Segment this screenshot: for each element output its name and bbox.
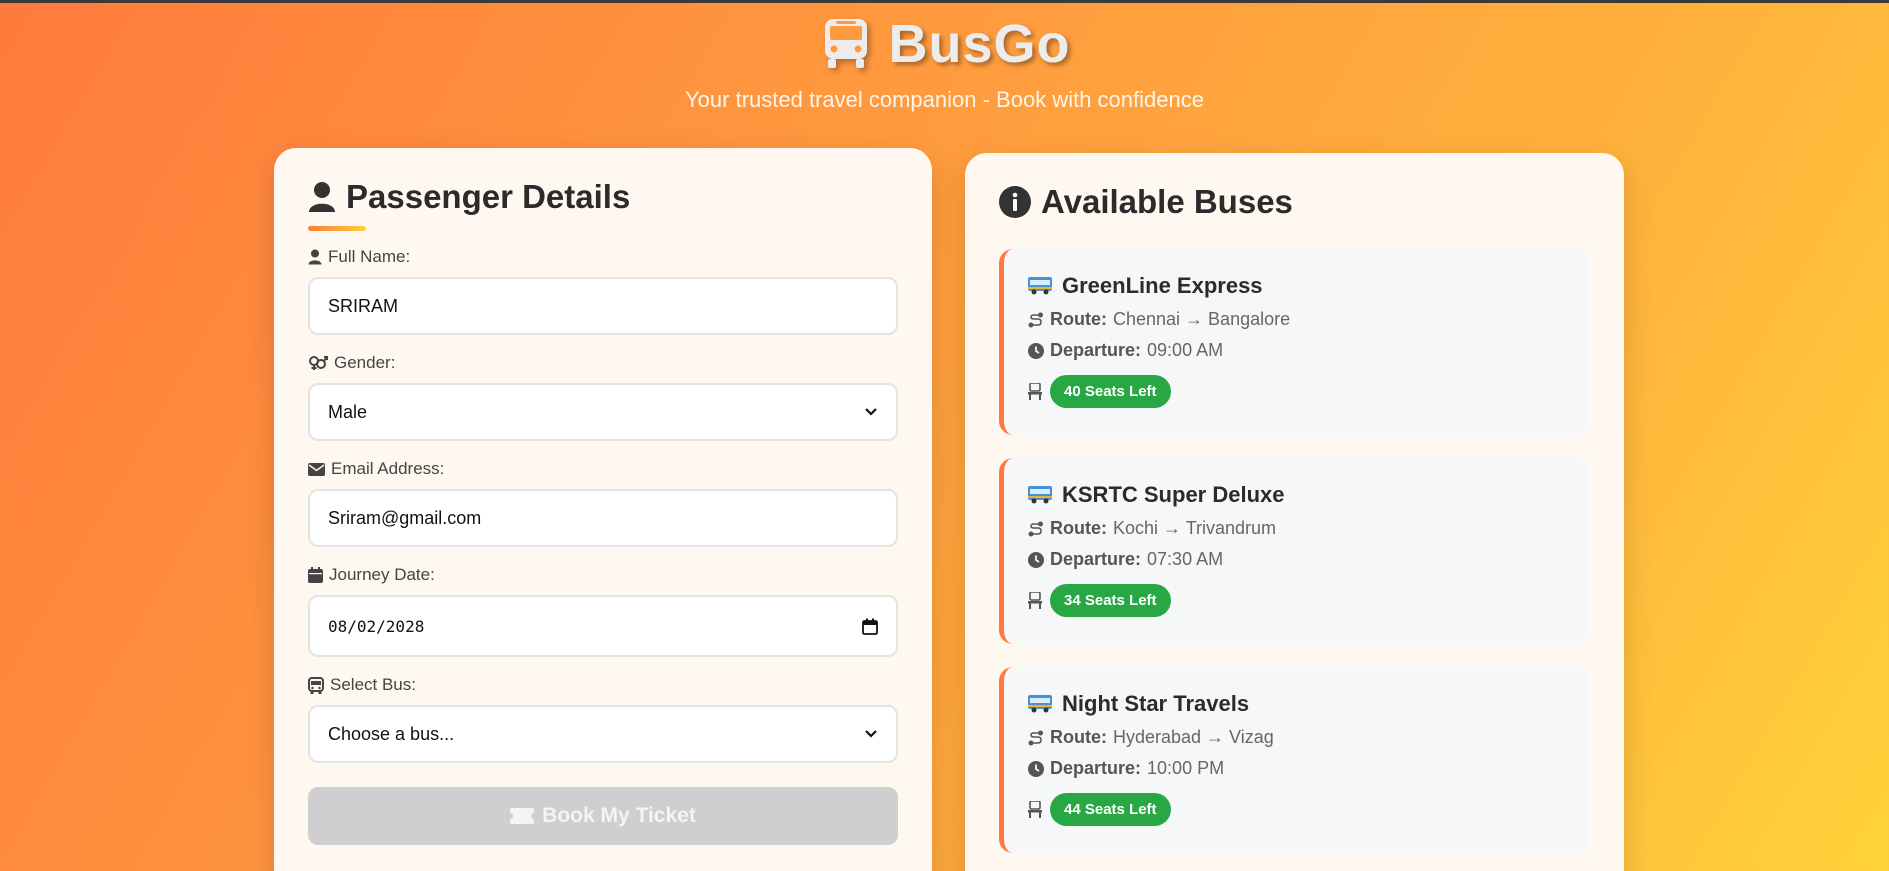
bus-icon [308, 676, 324, 694]
bus-card[interactable]: Night Star Travels Route: Hyderabad → Vi… [999, 667, 1589, 853]
select-bus-label: Select Bus: [308, 675, 898, 695]
brand-logo: BusGo [818, 13, 1070, 75]
chevron-down-icon [864, 729, 878, 739]
clock-icon [1028, 342, 1044, 359]
gender-label: Gender: [308, 353, 898, 373]
calendar-icon [308, 567, 323, 583]
route-row: Route: Kochi → Trivandrum [1028, 518, 1565, 539]
chair-icon [1028, 801, 1042, 818]
route-value: Kochi → Trivandrum [1113, 518, 1277, 538]
departure-label: Departure: [1050, 549, 1142, 569]
journey-date-value: 08/02/2028 [328, 616, 425, 636]
departure-label: Departure: [1050, 340, 1142, 360]
email-label: Email Address: [308, 459, 898, 479]
route-value: Hyderabad → Vizag [1113, 727, 1274, 747]
email-input[interactable]: Sriram@gmail.com [308, 489, 898, 547]
chair-icon [1028, 592, 1042, 609]
select-bus-placeholder: Choose a bus... [328, 723, 455, 744]
user-icon [308, 181, 336, 213]
bus-list: GreenLine Express Route: Chennai → Banga… [999, 249, 1590, 853]
passenger-details-title: Passenger Details [346, 178, 631, 215]
tagline: Your trusted travel companion - Book wit… [685, 87, 1204, 112]
email-value: Sriram@gmail.com [328, 507, 482, 528]
chair-icon [1028, 383, 1042, 400]
departure-value: 09:00 AM [1147, 340, 1224, 360]
available-buses-heading: Available Buses [999, 183, 1590, 221]
gender-label-text: Gender: [334, 353, 396, 372]
departure-row: Departure: 07:30 AM [1028, 549, 1565, 570]
departure-row: Departure: 09:00 AM [1028, 340, 1565, 361]
seats-row: 44 Seats Left [1028, 793, 1565, 826]
info-icon [999, 186, 1031, 218]
departure-label: Departure: [1050, 758, 1142, 778]
gender-selected-value: Male [328, 401, 368, 422]
route-icon [1028, 312, 1044, 328]
ticket-icon [510, 808, 535, 824]
book-ticket-button[interactable]: Book My Ticket [308, 787, 898, 845]
seats-left-badge: 40 Seats Left [1050, 375, 1171, 408]
email-label-text: Email Address: [331, 459, 445, 478]
gender-select[interactable]: Male [308, 383, 898, 441]
clock-icon [1028, 551, 1044, 568]
journey-date-label-text: Journey Date: [329, 565, 435, 584]
seats-row: 34 Seats Left [1028, 584, 1565, 617]
full-name-value: SRIRAM [328, 295, 399, 316]
user-icon [308, 249, 322, 265]
book-ticket-label: Book My Ticket [542, 804, 696, 827]
route-value: Chennai → Bangalore [1113, 309, 1291, 329]
journey-date-label: Journey Date: [308, 565, 898, 585]
brand-name: BusGo [888, 14, 1071, 74]
seats-left-badge: 44 Seats Left [1050, 793, 1171, 826]
bus-emoji-icon [1028, 695, 1052, 713]
route-label: Route: [1050, 309, 1107, 329]
available-buses-title: Available Buses [1041, 183, 1293, 220]
envelope-icon [308, 462, 325, 476]
full-name-label-text: Full Name: [328, 247, 411, 266]
page-header: BusGo Your trusted travel companion - Bo… [0, 13, 1889, 113]
full-name-input[interactable]: SRIRAM [308, 277, 898, 335]
bus-name-text: KSRTC Super Deluxe [1062, 482, 1285, 507]
bus-icon [818, 16, 874, 72]
bus-emoji-icon [1028, 486, 1052, 504]
departure-value: 10:00 PM [1147, 758, 1225, 778]
clock-icon [1028, 760, 1044, 777]
heading-underline [308, 226, 366, 231]
seats-row: 40 Seats Left [1028, 375, 1565, 408]
route-label: Route: [1050, 518, 1107, 538]
bus-name-text: GreenLine Express [1062, 273, 1263, 298]
available-buses-card: Available Buses GreenLine Express Route:… [965, 153, 1624, 871]
journey-date-input[interactable]: 08/02/2028 [308, 595, 898, 657]
calendar-picker-icon[interactable] [862, 618, 878, 635]
bus-card[interactable]: KSRTC Super Deluxe Route: Kochi → Trivan… [999, 458, 1589, 644]
passenger-details-card: Passenger Details Full Name: SRIRAM Gend… [274, 148, 932, 871]
bus-emoji-icon [1028, 277, 1052, 295]
gender-icon [308, 355, 328, 371]
route-icon [1028, 521, 1044, 537]
bus-name: KSRTC Super Deluxe [1028, 482, 1565, 508]
departure-row: Departure: 10:00 PM [1028, 758, 1565, 779]
route-row: Route: Hyderabad → Vizag [1028, 727, 1565, 748]
select-bus-dropdown[interactable]: Choose a bus... [308, 705, 898, 763]
bus-name: Night Star Travels [1028, 691, 1565, 717]
select-bus-label-text: Select Bus: [330, 675, 416, 694]
bus-name-text: Night Star Travels [1062, 691, 1250, 716]
bus-name: GreenLine Express [1028, 273, 1565, 299]
bus-card[interactable]: GreenLine Express Route: Chennai → Banga… [999, 249, 1589, 435]
seats-left-badge: 34 Seats Left [1050, 584, 1171, 617]
passenger-details-heading: Passenger Details [308, 178, 898, 216]
route-icon [1028, 730, 1044, 746]
departure-value: 07:30 AM [1147, 549, 1224, 569]
full-name-label: Full Name: [308, 247, 898, 267]
route-label: Route: [1050, 727, 1107, 747]
route-row: Route: Chennai → Bangalore [1028, 309, 1565, 330]
chevron-down-icon [864, 407, 878, 417]
